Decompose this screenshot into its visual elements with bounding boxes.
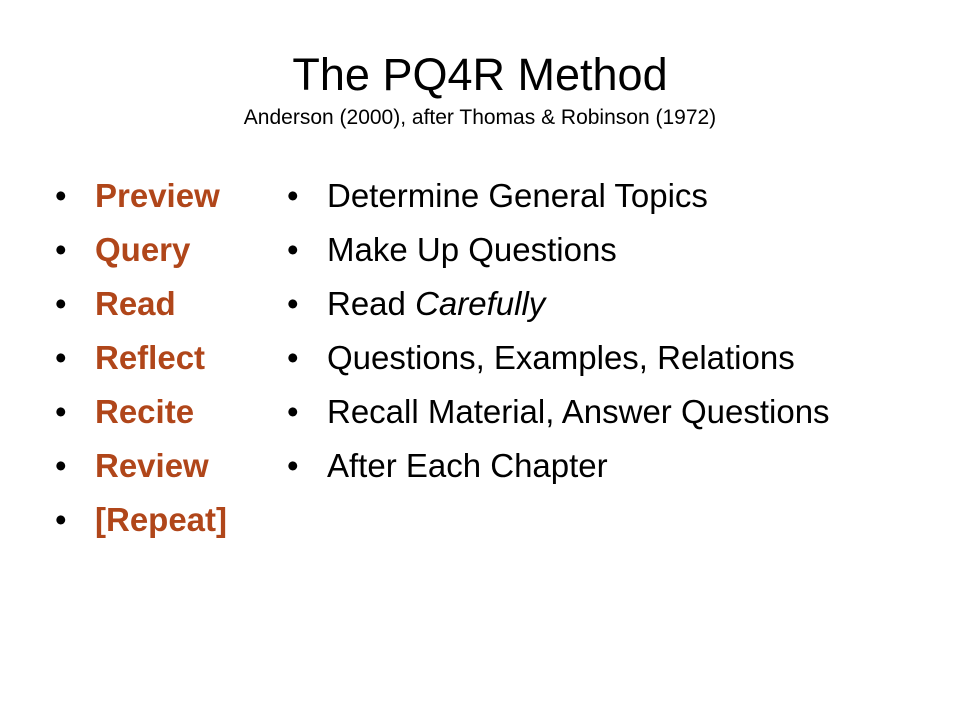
step-item: • Recite bbox=[55, 388, 227, 442]
step-item: • Preview bbox=[55, 172, 227, 226]
description-item: • Make Up Questions bbox=[287, 226, 830, 280]
bullet-icon: • bbox=[55, 447, 67, 484]
description-item: • Questions, Examples, Relations bbox=[287, 334, 830, 388]
slide-subtitle: Anderson (2000), after Thomas & Robinson… bbox=[243, 106, 717, 129]
description-emphasis: Carefully bbox=[415, 285, 545, 322]
description-text: Recall Material, Answer Questions bbox=[327, 393, 830, 430]
bullet-icon: • bbox=[55, 501, 67, 538]
description-text: After Each Chapter bbox=[327, 447, 608, 484]
step-list: • Preview • Query • Read • Reflect • Recite •… bbox=[55, 172, 227, 550]
description-text: Read bbox=[327, 285, 416, 322]
bullet-icon: • bbox=[55, 231, 67, 268]
step-label: Read bbox=[95, 285, 176, 322]
bullet-icon: • bbox=[55, 285, 67, 322]
description-text: Make Up Questions bbox=[327, 231, 617, 268]
step-item: • Review bbox=[55, 442, 227, 496]
description-list: • Determine General Topics • Make Up Quest… bbox=[287, 172, 830, 496]
description-item: • Read Carefully bbox=[287, 280, 830, 334]
bullet-icon: • bbox=[55, 177, 67, 214]
step-label: Review bbox=[95, 447, 209, 484]
description-item: • After Each Chapter bbox=[287, 442, 830, 496]
step-label: Recite bbox=[95, 393, 195, 430]
slide: The PQ4R Method Anderson (2000), after T… bbox=[0, 0, 960, 720]
bullet-icon: • bbox=[55, 393, 67, 430]
step-item: • Read bbox=[55, 280, 227, 334]
bullet-icon: • bbox=[287, 231, 299, 268]
bullet-icon: • bbox=[55, 339, 67, 376]
bullet-icon: • bbox=[287, 339, 299, 376]
description-text: Questions, Examples, Relations bbox=[327, 339, 795, 376]
bullet-icon: • bbox=[287, 285, 299, 322]
description-item: • Recall Material, Answer Questions bbox=[287, 388, 830, 442]
emphasis-text: Carefully bbox=[415, 285, 546, 322]
step-label: Query bbox=[95, 231, 191, 268]
bullet-icon: • bbox=[287, 177, 299, 214]
description-text: Determine General Topics bbox=[327, 177, 708, 214]
step-label: Preview bbox=[95, 177, 220, 214]
slide-title: The PQ4R Method bbox=[292, 49, 668, 100]
step-item: • Reflect bbox=[55, 334, 227, 388]
description-item: • Determine General Topics bbox=[287, 172, 830, 226]
step-label: [Repeat] bbox=[95, 501, 228, 538]
step-label: Reflect bbox=[95, 339, 206, 376]
bullet-icon: • bbox=[287, 447, 299, 484]
step-item: • [Repeat] bbox=[55, 496, 227, 550]
bullet-icon: • bbox=[287, 393, 299, 430]
step-item: • Query bbox=[55, 226, 227, 280]
